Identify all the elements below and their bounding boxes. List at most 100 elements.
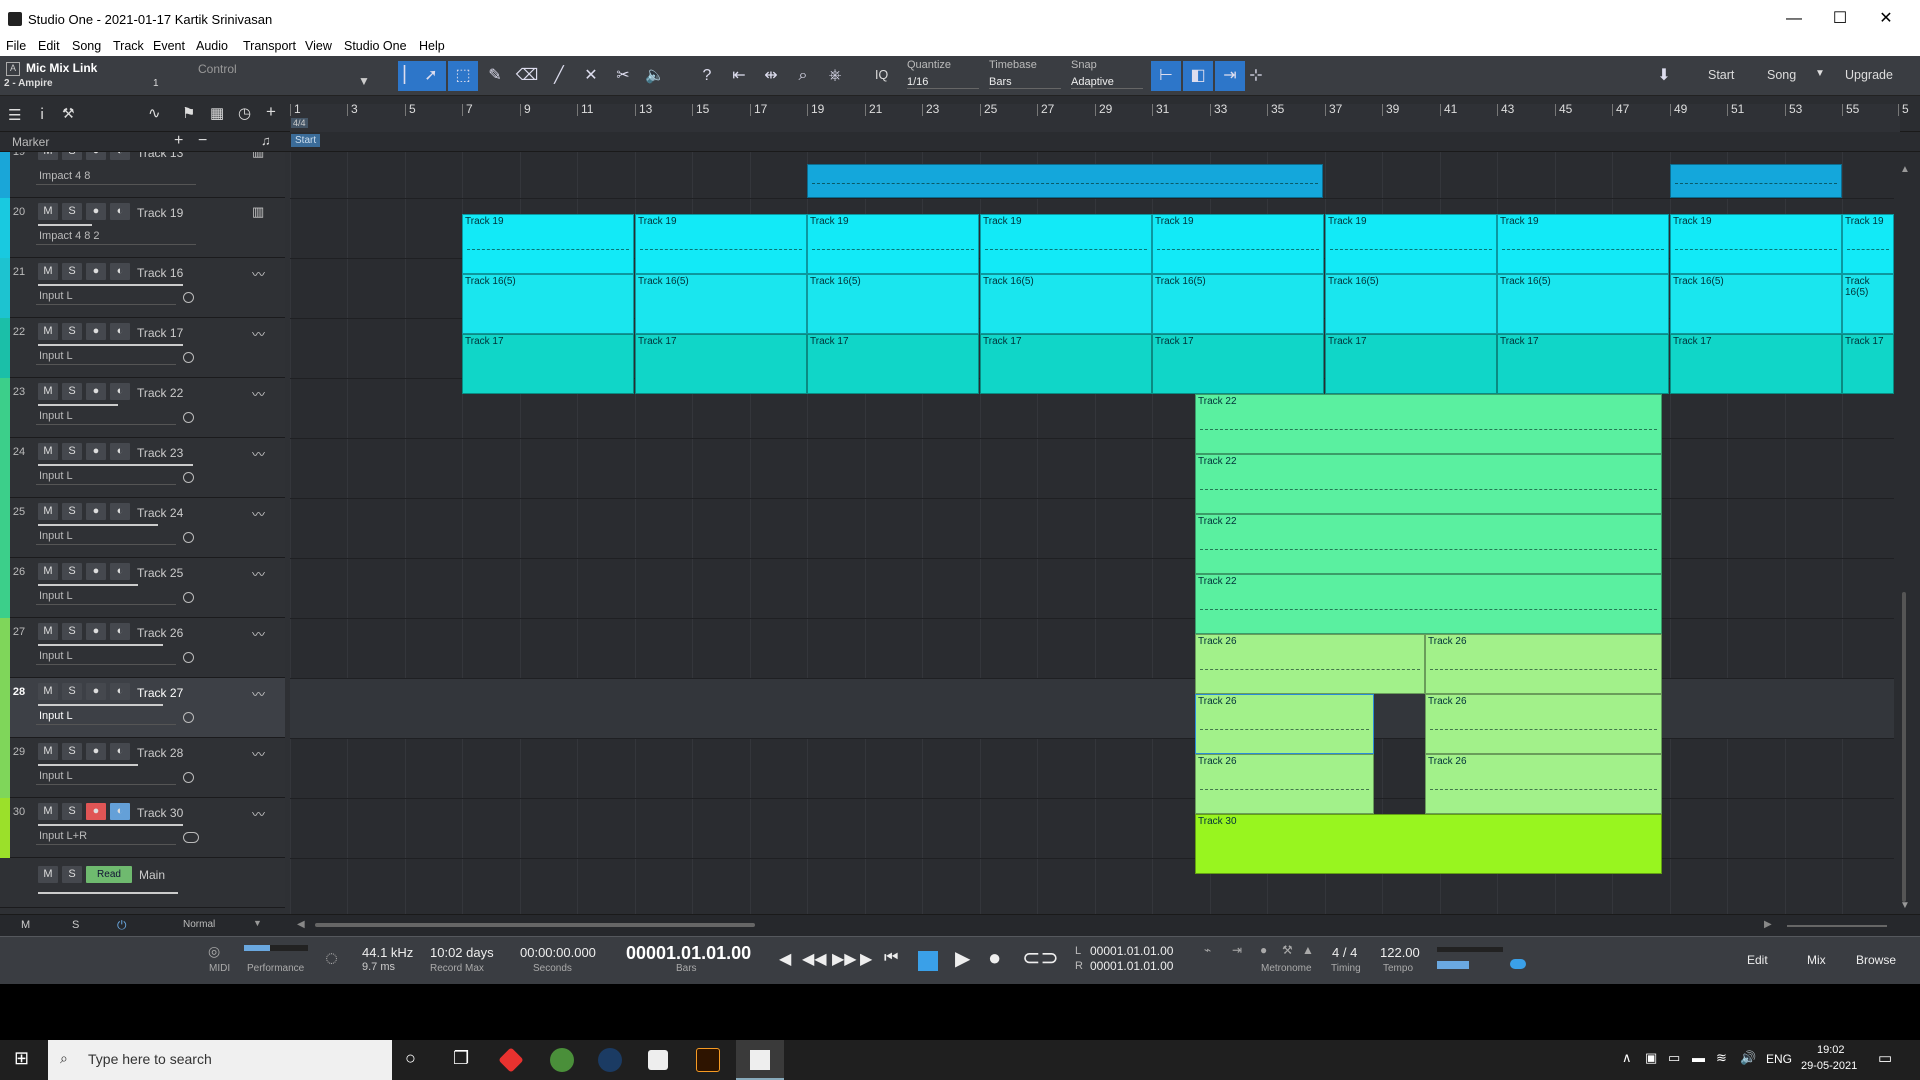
monitor-button[interactable]: ◐ xyxy=(110,743,130,760)
chrome-icon[interactable] xyxy=(550,1048,574,1072)
paint-tool-icon[interactable]: ╱ xyxy=(544,61,574,91)
battery-icon[interactable]: ▬ xyxy=(1692,1050,1705,1065)
mute-button[interactable]: M xyxy=(38,563,58,580)
main-solo-button[interactable]: S xyxy=(62,866,82,883)
arrange-view[interactable]: Track 19 Track 19 Track 19 Track 19 Trac… xyxy=(290,152,1894,914)
volume-fader[interactable] xyxy=(38,404,118,406)
track-name[interactable]: Track 27 xyxy=(137,686,183,700)
upgrade-button[interactable]: Upgrade xyxy=(1845,68,1893,82)
clock-time[interactable]: 19:02 xyxy=(1817,1044,1845,1056)
instrument-event[interactable]: Track 19 xyxy=(462,214,634,274)
volume-fader[interactable] xyxy=(38,764,138,766)
input-monitor-icon[interactable] xyxy=(183,532,194,543)
precount-icon[interactable]: ⌁ xyxy=(1204,943,1211,957)
range-tool-icon[interactable]: ⬚ xyxy=(448,61,478,91)
maximize-button[interactable]: ☐ xyxy=(1818,4,1862,34)
snap-select[interactable]: Adaptive xyxy=(1071,76,1143,89)
timebase-select[interactable]: Bars xyxy=(989,76,1061,89)
track-header-25[interactable]: 25 M S ● ◐ Track 24 〰 Input L xyxy=(0,498,285,558)
metronome-icon[interactable]: ⚒ xyxy=(1282,943,1293,957)
scroll-right-icon[interactable]: ▶ xyxy=(1764,919,1772,930)
audio-event[interactable]: Track 26 xyxy=(1195,634,1425,694)
audio-event[interactable]: Track 26 xyxy=(1425,754,1662,814)
track-name[interactable]: Track 26 xyxy=(137,626,183,640)
audio-event[interactable]: Track 16(5) xyxy=(635,274,807,334)
audio-event[interactable]: Track 16(5) xyxy=(1325,274,1497,334)
volume-fader[interactable] xyxy=(38,584,138,586)
inspector-icon[interactable]: ⅰ xyxy=(40,105,44,123)
horizontal-scroll-thumb[interactable] xyxy=(315,923,755,927)
iq-label[interactable]: IQ xyxy=(875,68,888,82)
control-dropdown-chevron-icon[interactable]: ▼ xyxy=(358,74,370,88)
solo-button[interactable]: S xyxy=(62,323,82,340)
monitor-button[interactable]: ◐ xyxy=(110,563,130,580)
monitor-button[interactable]: ◐ xyxy=(110,503,130,520)
instrument-event[interactable]: Track 19 xyxy=(1152,214,1324,274)
audio-event[interactable]: Track 17 xyxy=(1325,334,1497,394)
listen-tool-icon[interactable]: 🔈 xyxy=(640,61,670,91)
preset-name[interactable]: Mic Mix Link xyxy=(26,61,97,75)
solo-button[interactable]: S xyxy=(62,743,82,760)
mute-button[interactable]: M xyxy=(38,743,58,760)
track-header-29[interactable]: 29 M S ● ◐ Track 28 〰 Input L xyxy=(0,738,285,798)
input-select[interactable]: Input L xyxy=(36,590,176,605)
instrument-select[interactable]: Impact 4 8 2 xyxy=(36,230,196,245)
audio-event[interactable]: Track 30 xyxy=(1195,814,1662,874)
remove-marker-icon[interactable]: − xyxy=(198,132,207,150)
song-dropdown-chevron-icon[interactable]: ▼ xyxy=(1815,68,1825,79)
record-arm-button[interactable]: ● xyxy=(86,803,106,820)
audio-event[interactable]: Track 17 xyxy=(635,334,807,394)
add-track-icon[interactable]: + xyxy=(266,102,276,122)
scroll-up-icon[interactable]: ▲ xyxy=(1900,164,1910,175)
track-name[interactable]: Track 30 xyxy=(137,806,183,820)
sync-icon[interactable]: ◌ xyxy=(325,945,338,971)
tray-device-icon[interactable]: ▣ xyxy=(1645,1050,1657,1066)
menu-transport[interactable]: Transport xyxy=(243,39,296,53)
solo-button[interactable]: S xyxy=(62,683,82,700)
snap-mode-4-icon[interactable]: ⊹ xyxy=(1241,61,1271,91)
vertical-scrollbar[interactable]: ▲ ▼ xyxy=(1894,152,1920,914)
monitor-button[interactable]: ◐ xyxy=(110,203,130,220)
menu-file[interactable]: File xyxy=(6,39,26,53)
volume-fader[interactable] xyxy=(38,344,183,346)
instrument-event[interactable]: Track 19 xyxy=(980,214,1152,274)
audio-event[interactable]: Track 16(5) xyxy=(1497,274,1669,334)
steam-icon[interactable] xyxy=(598,1048,622,1072)
input-select[interactable]: Input L xyxy=(36,470,176,485)
track-name[interactable]: Track 24 xyxy=(137,506,183,520)
mute-button[interactable]: M xyxy=(38,803,58,820)
close-button[interactable]: ✕ xyxy=(1864,4,1908,34)
song-button[interactable]: Song xyxy=(1767,68,1796,82)
record-arm-button[interactable]: ● xyxy=(86,323,106,340)
tray-chevron-icon[interactable]: ∧ xyxy=(1622,1050,1632,1066)
track-header-19[interactable]: 19 M S ● ◐ Track 13 ▥ Impact 4 8 xyxy=(0,152,285,198)
minimize-button[interactable]: — xyxy=(1772,4,1816,34)
snap-mode-2-icon[interactable]: ◧ xyxy=(1183,61,1213,91)
solo-button[interactable]: S xyxy=(62,623,82,640)
mute-button[interactable]: M xyxy=(38,263,58,280)
menu-track[interactable]: Track xyxy=(113,39,144,53)
cortana-icon[interactable]: ○ xyxy=(405,1048,416,1069)
fast-forward-icon[interactable]: ▶▶ xyxy=(832,949,857,969)
mute-button[interactable]: M xyxy=(38,383,58,400)
snap-to-start-icon[interactable]: ⇤ xyxy=(724,61,754,91)
audio-event[interactable]: Track 17 xyxy=(1497,334,1669,394)
instrument-event[interactable]: Track 19 xyxy=(635,214,807,274)
menu-view[interactable]: View xyxy=(305,39,332,53)
monitor-button[interactable]: ◐ xyxy=(110,263,130,280)
solo-button[interactable]: S xyxy=(62,803,82,820)
input-monitor-icon[interactable] xyxy=(183,292,194,303)
loop-start[interactable]: 00001.01.01.00 xyxy=(1090,944,1173,958)
audio-event[interactable]: Track 22 xyxy=(1195,394,1662,454)
audio-event[interactable]: Track 26 xyxy=(1195,754,1374,814)
volume-fader[interactable] xyxy=(38,284,183,286)
tempo-value[interactable]: 122.00 xyxy=(1380,945,1420,960)
global-solo-button[interactable]: S xyxy=(72,919,79,931)
instrument-event[interactable]: Track 19 xyxy=(1325,214,1497,274)
loop-end[interactable]: 00001.01.01.00 xyxy=(1090,959,1173,973)
illustrator-icon[interactable] xyxy=(696,1048,720,1072)
split-tool-icon[interactable]: ✂ xyxy=(608,61,638,91)
audio-event[interactable]: Track 16(5) xyxy=(980,274,1152,334)
input-select[interactable]: Input L xyxy=(36,710,176,725)
mute-button[interactable]: M xyxy=(38,323,58,340)
